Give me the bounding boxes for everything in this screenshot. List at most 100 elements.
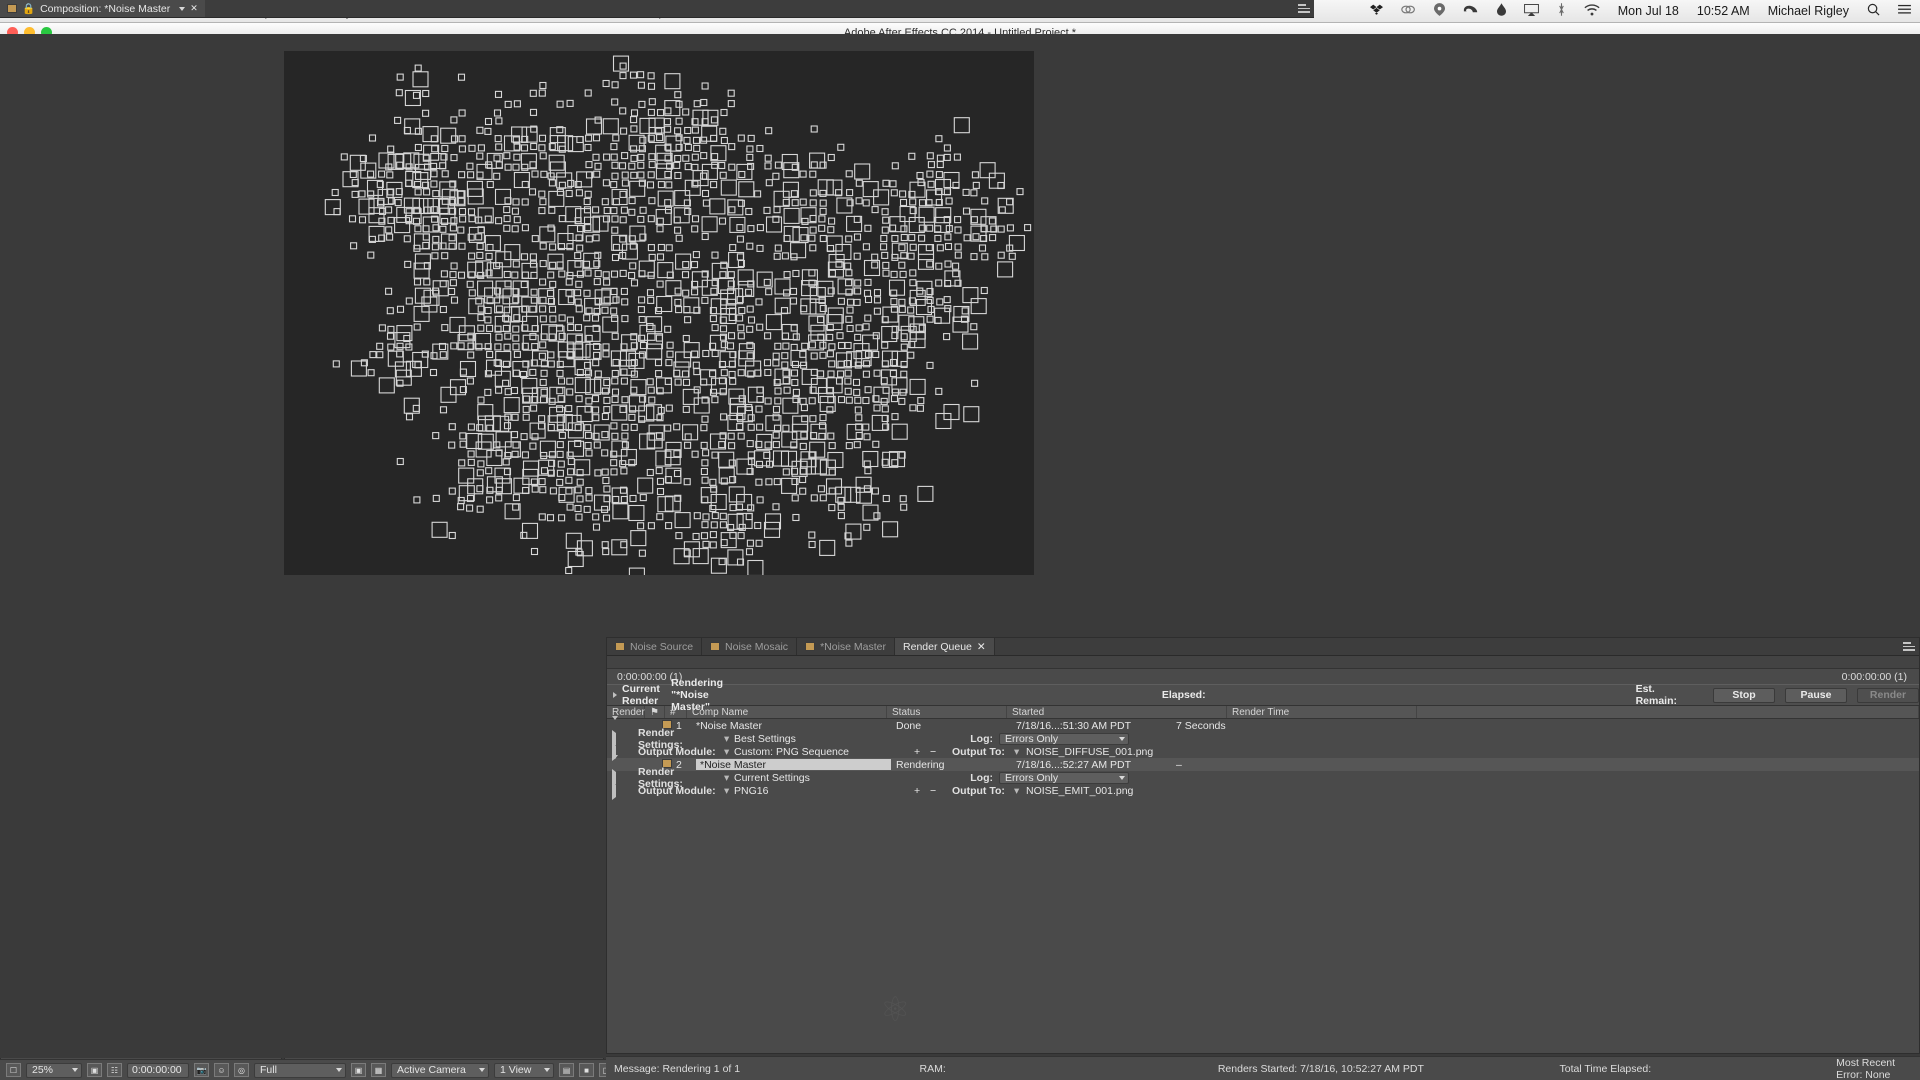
composition-canvas[interactable]	[284, 51, 1034, 575]
current-render-label: Current Render	[622, 683, 660, 707]
dropbox-icon[interactable]	[1361, 3, 1392, 19]
add-output-module-icon[interactable]: +	[909, 785, 925, 797]
render-time-right: 0:00:00:00 (1)	[1841, 670, 1907, 683]
tab-noise-mosaic[interactable]: Noise Mosaic	[702, 638, 798, 655]
composition-icon	[7, 4, 17, 13]
render-settings-value[interactable]: Best Settings	[729, 733, 959, 745]
bluetooth-icon[interactable]	[1548, 3, 1575, 19]
col-started[interactable]: Started	[1007, 706, 1227, 718]
close-icon[interactable]: ✕	[977, 641, 986, 653]
chevron-down-icon	[72, 1068, 78, 1072]
flame-icon[interactable]	[1488, 3, 1515, 19]
region-preview-icon[interactable]: ▣	[351, 1063, 366, 1077]
noise-pattern-render	[284, 51, 1034, 575]
render-item-render-time: –	[1176, 758, 1182, 771]
remove-output-module-icon[interactable]: −	[925, 785, 947, 797]
close-icon[interactable]: ✕	[190, 3, 198, 14]
location-icon[interactable]	[1425, 3, 1454, 19]
notification-center-icon[interactable]	[1889, 4, 1920, 18]
status-renders-started: Renders Started: 7/18/16, 10:52:27 AM PD…	[1217, 1062, 1424, 1075]
status-total-time: Total Time Elapsed:	[1559, 1062, 1652, 1075]
render-queue-panel: Noise Source Noise Mosaic *Noise Master …	[606, 637, 1920, 1054]
spotlight-search-icon[interactable]	[1858, 3, 1889, 19]
output-module-dash: ▾	[724, 784, 730, 797]
tab-render-queue-label: Render Queue	[903, 640, 972, 653]
tab-noise-master-label: *Noise Master	[820, 640, 887, 653]
tab-noise-source[interactable]: Noise Source	[607, 638, 703, 655]
table-row-settings[interactable]: Render Settings: ▾ Best Settings Log: Er…	[607, 727, 1919, 751]
render-time-row: 0:00:00:00 (1) 0:00:00:00 (1)	[607, 669, 1919, 684]
render-button[interactable]: Render	[1857, 687, 1919, 703]
lock-icon[interactable]: 🔒	[22, 2, 35, 15]
disclosure-triangle-icon[interactable]	[613, 692, 617, 698]
panel-menu-icon[interactable]	[1903, 642, 1915, 652]
tab-composition[interactable]: 🔒 Composition: *Noise Master ✕	[0, 0, 205, 17]
render-settings-value[interactable]: Current Settings	[729, 772, 959, 784]
fast-previews-icon[interactable]: ■	[579, 1063, 594, 1077]
table-row[interactable]: 1 *Noise Master Done 7/18/16...:51:30 AM…	[607, 715, 1919, 735]
render-queue-body: 0:00:00:00 (1) 0:00:00:00 (1) Current Re…	[607, 656, 1919, 1053]
views-value: 1 View	[500, 1064, 532, 1076]
panel-menu-icon[interactable]	[1298, 4, 1310, 14]
output-to-value[interactable]: NOISE_EMIT_001.png	[1021, 785, 1261, 797]
log-dropdown[interactable]: Errors Only	[999, 732, 1129, 745]
tab-noise-master[interactable]: *Noise Master	[797, 638, 896, 655]
render-progress-bar	[607, 656, 1919, 669]
remove-output-module-icon[interactable]: −	[925, 746, 947, 758]
camera-value: Active Camera	[397, 1064, 466, 1076]
output-module-value[interactable]: PNG16	[729, 785, 909, 797]
current-time-field[interactable]: 0:00:00:00	[127, 1062, 189, 1078]
table-row-output[interactable]: Output Module: ▾ Custom: PNG Sequence + …	[607, 742, 1919, 761]
camera-dropdown[interactable]: Active Camera	[391, 1062, 489, 1078]
menubar-time: 10:52 AM	[1696, 4, 1750, 18]
creative-cloud-icon[interactable]	[1392, 3, 1425, 19]
table-row-output[interactable]: Output Module: ▾ PNG16 + − Output To: ▾ …	[607, 781, 1919, 800]
zoom-dropdown[interactable]: 25%	[26, 1062, 82, 1078]
render-item-comp-name[interactable]: *Noise Master	[691, 720, 891, 732]
always-preview-icon[interactable]: ☐	[6, 1063, 21, 1077]
tab-render-queue[interactable]: Render Queue ✕	[895, 638, 995, 655]
channels-icon[interactable]: ◎	[234, 1063, 249, 1077]
wifi-icon[interactable]	[1575, 3, 1609, 19]
grid-guides-icon[interactable]: ☷	[107, 1063, 122, 1077]
disclosure-triangle-icon[interactable]	[612, 781, 616, 800]
output-module-dash: ▾	[724, 745, 730, 758]
render-item-status: Rendering	[896, 758, 945, 771]
est-remain-label: Est. Remain:	[1635, 683, 1678, 707]
add-output-module-icon[interactable]: +	[909, 746, 925, 758]
output-module-label: Output Module:	[638, 784, 716, 797]
chevron-down-icon	[336, 1068, 342, 1072]
snapshot-icon[interactable]: 📷	[194, 1063, 209, 1077]
transparency-grid-icon[interactable]: ▦	[371, 1063, 386, 1077]
col-queue-flag-icon[interactable]: ⚑	[645, 706, 665, 718]
resolution-dropdown[interactable]: Full	[254, 1062, 346, 1078]
log-label: Log:	[970, 732, 993, 745]
region-of-interest-icon[interactable]: ▣	[87, 1063, 102, 1077]
stop-button[interactable]: Stop	[1713, 687, 1775, 703]
timecode-value: 0:00:00:00	[132, 1064, 182, 1076]
pause-button[interactable]: Pause	[1785, 687, 1847, 703]
log-dropdown[interactable]: Errors Only	[999, 771, 1129, 784]
render-item-comp-name-input[interactable]: *Noise Master	[696, 759, 891, 771]
col-number[interactable]: #	[665, 706, 687, 718]
status-most-recent-error: Most Recent Error: None	[1836, 1056, 1896, 1080]
table-row[interactable]: 2 *Noise Master Rendering 7/18/16...:52:…	[607, 754, 1919, 774]
render-item-started: 7/18/16...:52:27 AM PDT	[1016, 758, 1131, 771]
after-effects-window:  After Effects File Edit Composition La…	[0, 0, 1920, 1080]
table-row-settings[interactable]: Render Settings: ▾ Current Settings Log:…	[607, 766, 1919, 790]
chevron-down-icon[interactable]	[179, 6, 186, 11]
output-to-value[interactable]: NOISE_DIFFUSE_001.png	[1021, 746, 1261, 758]
col-comp-name[interactable]: Comp Name	[687, 706, 887, 718]
output-to-dash: ▾	[1014, 745, 1020, 758]
nvidia-icon[interactable]	[1454, 4, 1488, 19]
pixel-aspect-icon[interactable]: ▤	[559, 1063, 574, 1077]
tab-noise-source-label: Noise Source	[630, 640, 694, 653]
output-module-value[interactable]: Custom: PNG Sequence	[729, 746, 909, 758]
col-render-time[interactable]: Render Time	[1227, 706, 1417, 718]
airplay-icon[interactable]	[1515, 3, 1548, 19]
col-status[interactable]: Status	[887, 706, 1007, 718]
menubar-user[interactable]: Michael Rigley	[1759, 4, 1858, 18]
viewer-resolution-value: Full	[260, 1064, 277, 1076]
views-dropdown[interactable]: 1 View	[494, 1062, 554, 1078]
show-snapshot-icon[interactable]: ☺	[214, 1063, 229, 1077]
